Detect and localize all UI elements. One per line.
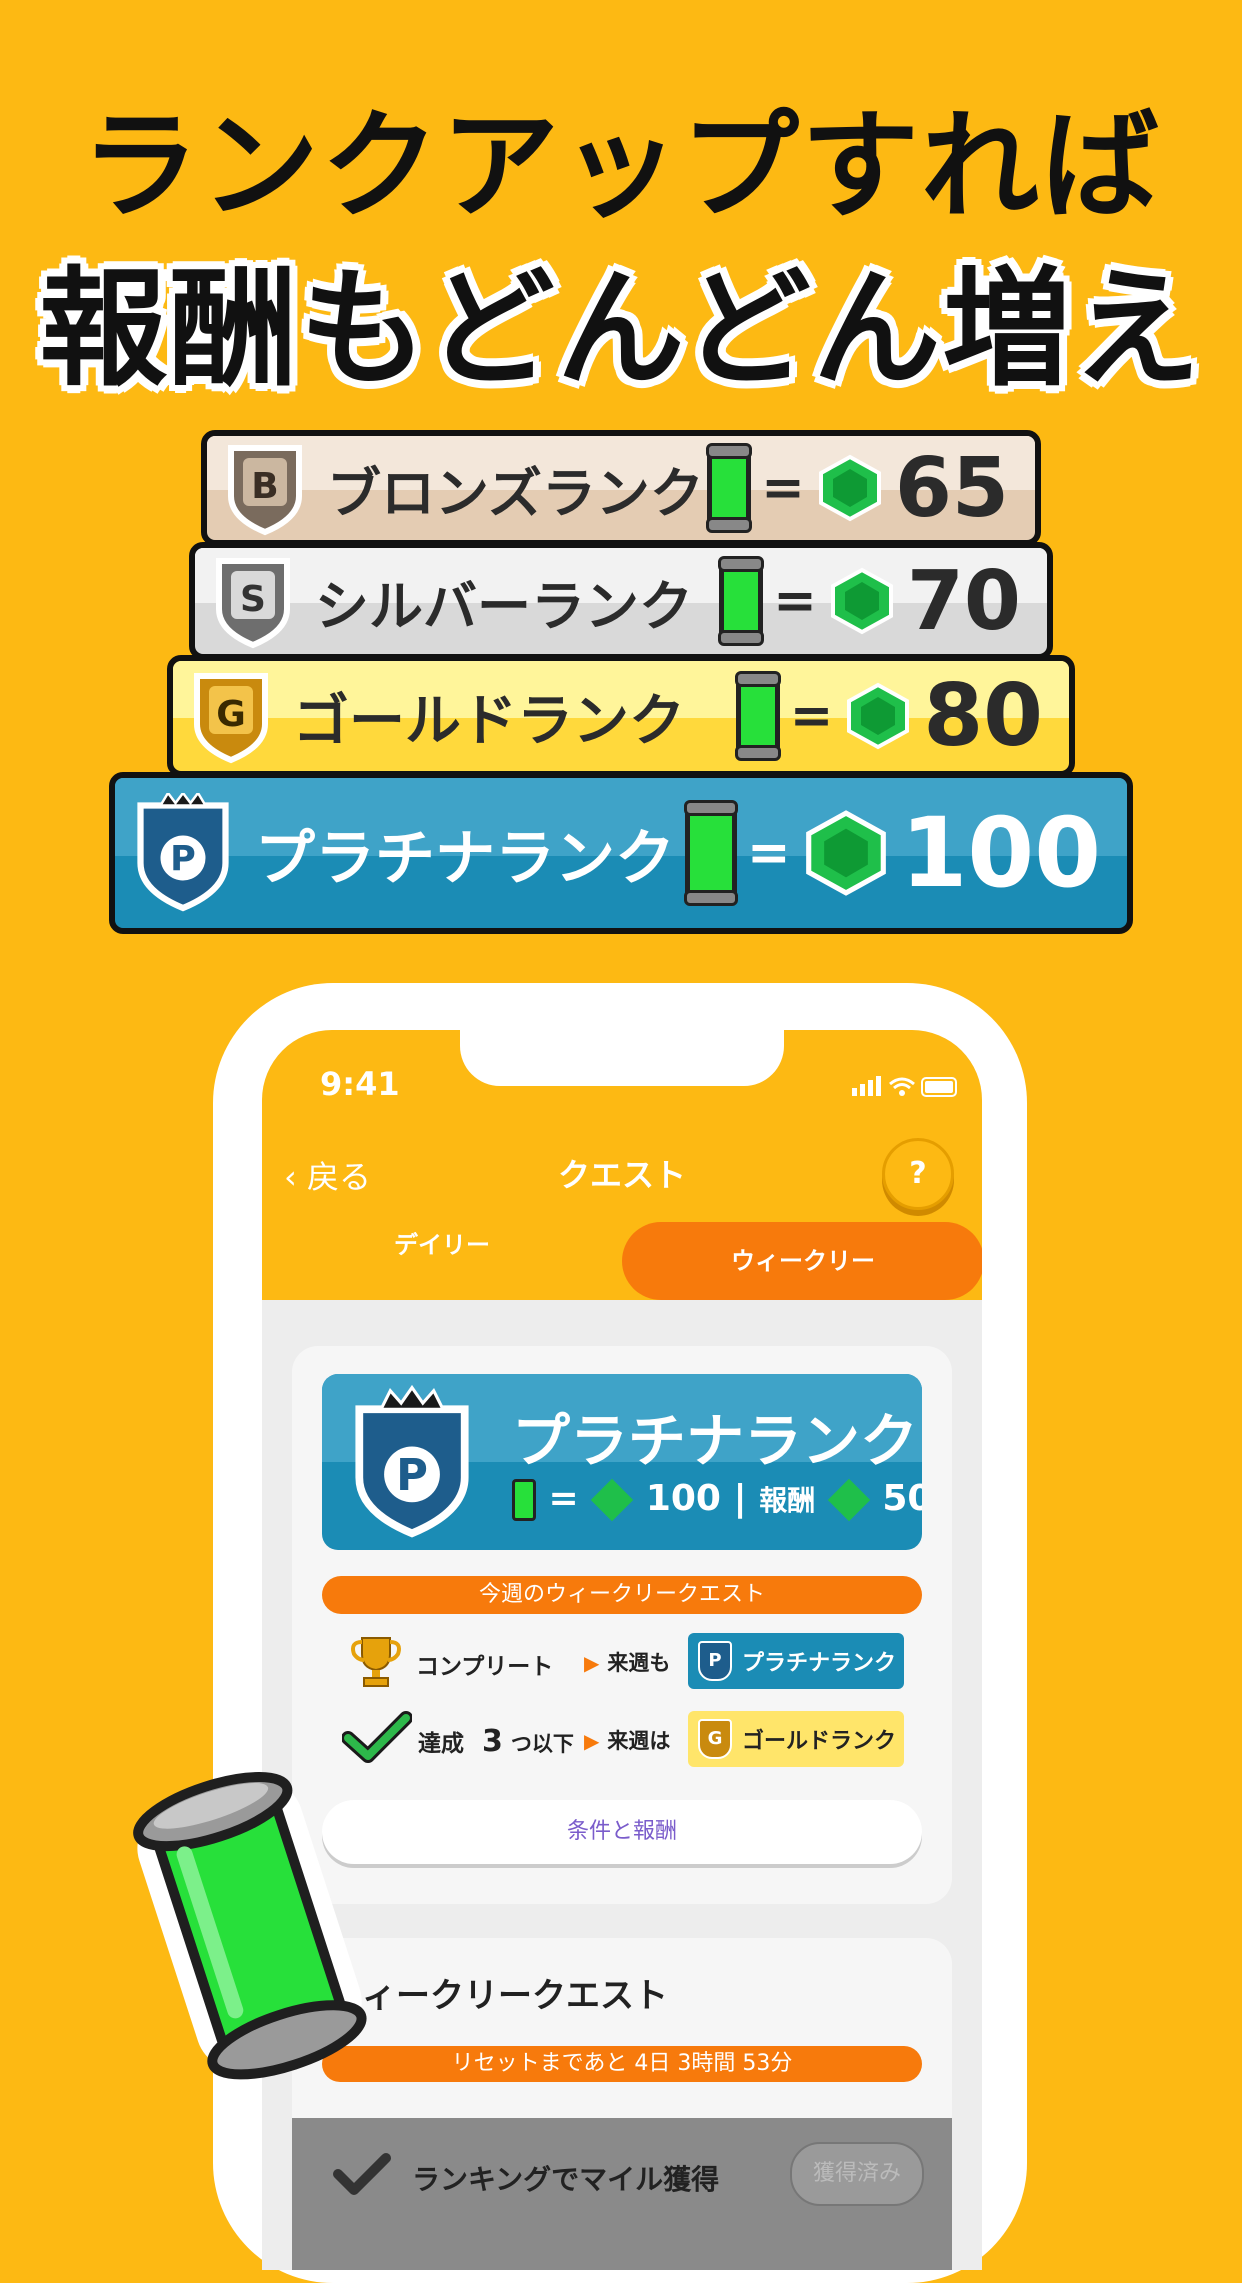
gem-icon xyxy=(827,1478,870,1522)
trophy-icon xyxy=(346,1632,406,1692)
svg-text:P: P xyxy=(170,840,196,880)
svg-text:G: G xyxy=(216,694,246,735)
arrow-right-icon: ▶ xyxy=(584,1729,600,1753)
rank-value-platinum: 100 xyxy=(900,797,1101,909)
can-icon xyxy=(706,443,753,533)
help-button[interactable]: ? xyxy=(882,1138,954,1210)
bronze-shield-icon: B xyxy=(228,445,302,536)
rank-value-gold: 80 xyxy=(923,666,1043,766)
gold-shield-icon: G xyxy=(194,673,268,764)
achieved-count: 3 xyxy=(482,1724,503,1759)
platinum-banner: P プラチナランク = 100 | 報酬 500 xyxy=(322,1374,922,1550)
rank-card-bronze: B ブロンズランク = 65 xyxy=(201,430,1041,546)
rank-name-platinum: プラチナランク xyxy=(255,823,675,894)
can-icon xyxy=(734,671,781,761)
gold-rank-badge: G ゴールドランク xyxy=(688,1711,904,1767)
next-week-label-2: 来週は xyxy=(607,1729,671,1753)
gold-shield-icon: G xyxy=(698,1719,732,1759)
headline-line1: ランクアップすれば xyxy=(80,97,1161,235)
rank-value-silver: 70 xyxy=(906,553,1021,649)
status-time: 9:41 xyxy=(320,1065,400,1103)
checkmark-icon xyxy=(333,2153,391,2195)
complete-label: コンプリート xyxy=(416,1654,554,1680)
tab-daily[interactable]: デイリー xyxy=(262,1225,622,1260)
arrow-right-icon: ▶ xyxy=(584,1651,600,1675)
rank-value-bronze: 65 xyxy=(894,440,1009,536)
platinum-rank-badge: P プラチナランク xyxy=(688,1633,904,1689)
platinum-shield-icon: P xyxy=(698,1641,732,1681)
can-icon xyxy=(718,556,765,646)
conditions-button[interactable]: 条件と報酬 xyxy=(322,1800,922,1864)
next-week-label: 来週も xyxy=(607,1651,671,1675)
status-icons xyxy=(852,1076,957,1097)
rank-name-gold: ゴールドランク xyxy=(293,688,685,754)
can-icon xyxy=(684,800,739,906)
equals-sign: = xyxy=(773,571,817,631)
equals-sign: = xyxy=(761,458,805,518)
rank-card-gold: G ゴールドランク = 80 xyxy=(167,655,1075,777)
equals-sign: = xyxy=(789,686,834,746)
gem-icon xyxy=(591,1478,634,1522)
phone-notch xyxy=(460,1030,784,1086)
platinum-stats: = 100 | 報酬 500 xyxy=(512,1478,922,1522)
gem-icon xyxy=(805,810,886,896)
rank-name-bronze: ブロンズランク xyxy=(327,461,704,525)
rank-name-silver: シルバーランク xyxy=(315,574,693,638)
nav-title: クエスト xyxy=(557,1156,686,1194)
achieved-label: 達成 xyxy=(418,1731,464,1757)
can-icon xyxy=(512,1479,536,1521)
silver-shield-icon: S xyxy=(216,558,290,649)
svg-text:S: S xyxy=(240,579,266,620)
platinum-shield-icon: P xyxy=(355,1384,469,1538)
gem-icon xyxy=(818,454,881,522)
section-title: ィークリークエスト xyxy=(362,1976,668,2016)
reset-timer-pill: リセットまであと 4日 3時間 53分 xyxy=(322,2046,922,2082)
gem-icon xyxy=(830,567,893,635)
platinum-shield-icon: P xyxy=(137,793,229,912)
can-illustration xyxy=(133,1772,367,2080)
svg-text:B: B xyxy=(251,466,278,507)
quest-item-label: ランキングでマイル獲得 xyxy=(412,2163,720,2196)
svg-text:P: P xyxy=(396,1451,428,1501)
tab-weekly[interactable]: ウィークリー xyxy=(622,1222,982,1300)
gem-icon xyxy=(847,682,910,750)
platinum-title: プラチナランク xyxy=(512,1407,919,1475)
rank-card-silver: S シルバーランク = 70 xyxy=(189,542,1053,660)
rank-card-platinum: P プラチナランク = 100 xyxy=(109,772,1133,934)
equals-sign: = xyxy=(747,823,791,883)
weekly-quest-pill: 今週のウィークリークエスト xyxy=(322,1576,922,1614)
claimed-button[interactable]: 獲得済み xyxy=(790,2142,924,2206)
